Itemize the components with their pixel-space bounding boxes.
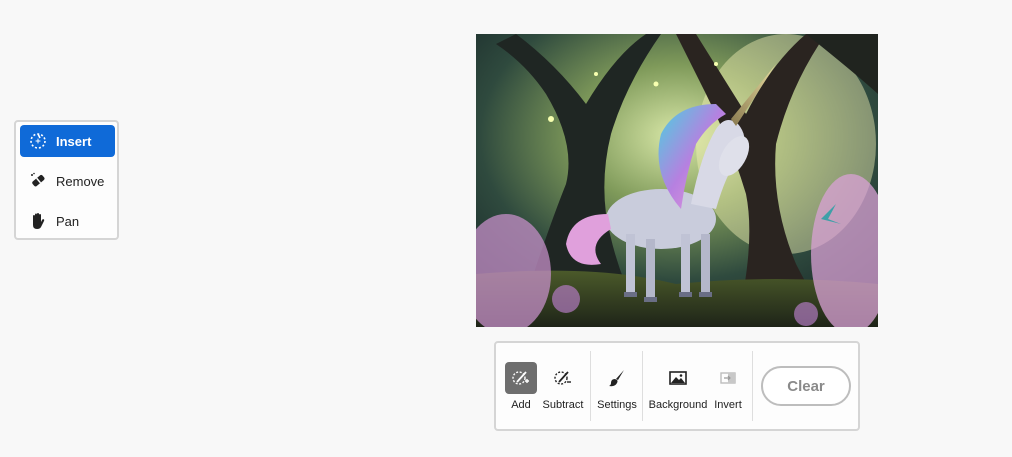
invert-button[interactable]: Invert xyxy=(710,343,746,429)
selection-toolbar: Add Subtract Settings Background Invert … xyxy=(494,341,860,431)
remove-icon xyxy=(28,171,48,191)
settings-button[interactable]: Settings xyxy=(596,343,638,429)
toolbar-divider xyxy=(642,351,643,421)
pan-tool-button[interactable]: Pan xyxy=(20,205,115,237)
toolbar-divider xyxy=(752,351,753,421)
image-canvas[interactable] xyxy=(476,34,878,327)
remove-tool-button[interactable]: Remove xyxy=(20,165,115,197)
remove-label: Remove xyxy=(56,173,105,189)
add-label: Add xyxy=(511,399,531,411)
image-icon xyxy=(662,362,694,394)
background-label: Background xyxy=(648,399,708,411)
insert-icon xyxy=(28,131,48,151)
insert-tool-button[interactable]: Insert xyxy=(20,125,115,157)
toolbar-divider xyxy=(590,351,591,421)
insert-label: Insert xyxy=(56,133,92,149)
subtract-button[interactable]: Subtract xyxy=(542,343,584,429)
add-icon xyxy=(505,362,537,394)
subtract-label: Subtract xyxy=(542,399,584,411)
background-button[interactable]: Background xyxy=(648,343,708,429)
tool-panel: Insert Remove Pan xyxy=(14,120,119,240)
add-button[interactable]: Add xyxy=(504,343,538,429)
settings-label: Settings xyxy=(597,399,637,411)
subtract-icon xyxy=(547,362,579,394)
pan-icon xyxy=(28,211,48,231)
brush-icon xyxy=(601,362,633,394)
invert-label: Invert xyxy=(714,399,742,411)
invert-icon xyxy=(712,362,744,394)
pan-label: Pan xyxy=(56,213,80,229)
clear-button[interactable]: Clear xyxy=(761,366,851,406)
unicorn-forest-image xyxy=(476,34,878,327)
